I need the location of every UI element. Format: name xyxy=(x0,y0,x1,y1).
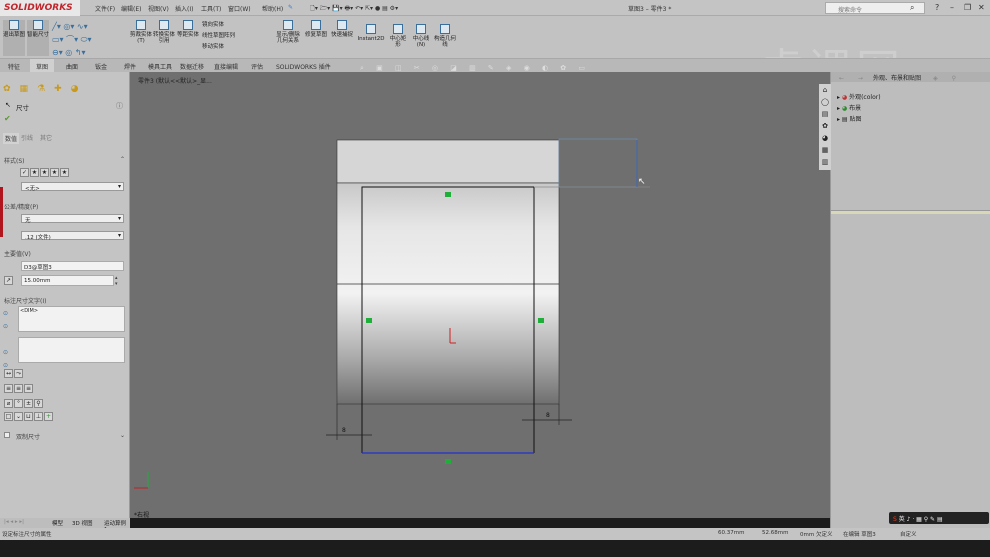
scene-icon: ◕ xyxy=(841,105,848,112)
task-pane: 外观、布景和贴图 ⌂ ◯ ▤ ✿ ◕ ▦ ▥ ← → ⊕ ⌂ ▣ ◈ ⚲ ▸ ◕ 外观(co… xyxy=(819,72,990,528)
tree-item-label: 贴图 xyxy=(849,116,862,123)
relation-marker xyxy=(445,192,451,197)
tree-item-label: 布景 xyxy=(849,105,862,112)
status-z-state: 0mm 欠定义 xyxy=(800,532,833,538)
dim-text-left: 8 xyxy=(342,427,346,434)
tree-item-scene[interactable]: ▸ ◕ 布景 xyxy=(837,103,881,114)
tab-3d-views[interactable]: 3D 视图 xyxy=(72,519,92,527)
mouse-cursor-icon: ↖ xyxy=(638,177,646,187)
dim-text-right: 8 xyxy=(546,412,550,419)
relation-marker xyxy=(366,318,372,323)
cylinder-body xyxy=(336,182,560,405)
relation-marker xyxy=(445,459,451,464)
task-pane-tabs[interactable]: ⌂ ◯ ▤ ✿ ◕ ▦ ▥ xyxy=(819,84,831,170)
model-tabs: |◂ ◂ ▸ ▸| 模型 3D 视图 运动算例 1 xyxy=(0,518,130,533)
tab-model[interactable]: 模型 xyxy=(52,519,63,527)
status-editing: 在编辑 草图3 xyxy=(843,532,876,538)
status-units[interactable]: 自定义 xyxy=(900,530,917,538)
tab-scroll-arrows[interactable]: |◂ ◂ ▸ ▸| xyxy=(4,519,24,525)
status-y: 52.68mm xyxy=(762,530,789,536)
ime-toolbar[interactable]: S 英 ♪ · ▦ ⚲ ✎ ▤ xyxy=(889,512,989,524)
appearance-tree[interactable]: ▸ ◕ 外观(color) ▸ ◕ 布景 ▸ ▤ 贴图 xyxy=(837,92,881,125)
dimension-preview-box xyxy=(558,138,638,188)
relation-marker xyxy=(538,318,544,323)
tree-item-decal[interactable]: ▸ ▤ 贴图 xyxy=(837,114,881,125)
appearance-icon: ◕ xyxy=(841,94,848,101)
tree-item-appearance[interactable]: ▸ ◕ 外观(color) xyxy=(837,92,881,103)
status-bar: 设定标注尺寸的属性 60.37mm 52.68mm 0mm 欠定义 在编辑 草图… xyxy=(0,528,990,540)
splitter[interactable] xyxy=(831,210,990,214)
decal-icon: ▤ xyxy=(841,116,848,123)
status-x: 60.37mm xyxy=(718,530,745,536)
nav-buttons[interactable]: ← → ⊕ ⌂ ▣ ◈ ⚲ xyxy=(839,75,962,82)
top-face xyxy=(336,139,560,184)
tree-item-label: 外观(color) xyxy=(849,94,881,101)
status-message: 设定标注尺寸的属性 xyxy=(2,532,52,538)
